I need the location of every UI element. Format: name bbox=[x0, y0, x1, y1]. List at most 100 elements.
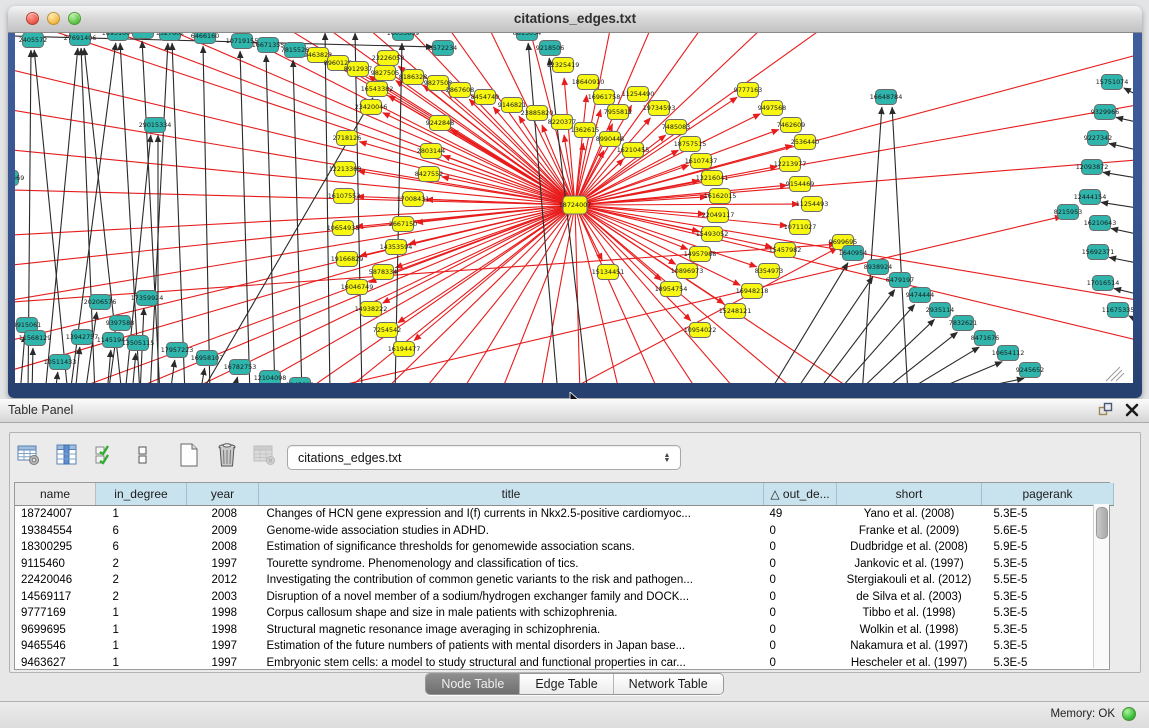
cell-short[interactable]: Jankovic et al. (1997) bbox=[837, 556, 982, 573]
column-header-title[interactable]: title bbox=[259, 483, 764, 506]
graph-edge[interactable] bbox=[1109, 257, 1133, 263]
table-mode-icon[interactable] bbox=[16, 442, 42, 468]
graph-edge[interactable] bbox=[142, 41, 160, 383]
graph-node[interactable]: 15248121 bbox=[719, 304, 752, 319]
column-header-short[interactable]: short bbox=[837, 483, 982, 506]
graph-edge[interactable] bbox=[325, 33, 330, 383]
cell-title[interactable]: Embryonic stem cells: a model to study s… bbox=[259, 655, 764, 672]
table-row[interactable]: 1830029562008Estimation of significance … bbox=[15, 539, 1114, 556]
graph-node[interactable]: 9777163 bbox=[734, 83, 762, 98]
table-scrollbar-thumb[interactable] bbox=[1096, 507, 1108, 539]
cell-short[interactable]: Yano et al. (2008) bbox=[837, 506, 982, 523]
cell-year[interactable]: 1998 bbox=[187, 605, 259, 622]
show-columns-icon[interactable] bbox=[54, 442, 80, 468]
graph-node[interactable]: 7815526 bbox=[281, 43, 309, 58]
cell-title[interactable]: Disruption of a novel member of a sodium… bbox=[259, 589, 764, 606]
cell-short[interactable]: Wolkin et al. (1998) bbox=[837, 622, 982, 639]
graph-edge[interactable] bbox=[1124, 88, 1133, 95]
graph-edge[interactable] bbox=[1129, 316, 1133, 320]
graph-edge[interactable] bbox=[150, 43, 168, 383]
cell-out_degree[interactable]: 49 bbox=[764, 506, 837, 523]
graph-edge[interactable] bbox=[1109, 143, 1133, 150]
delete-table-icon[interactable] bbox=[252, 442, 278, 468]
cell-in_degree[interactable]: 1 bbox=[96, 655, 187, 672]
graph-node[interactable]: 16782753 bbox=[224, 360, 257, 375]
graph-node[interactable]: 9245652 bbox=[1016, 363, 1044, 378]
cell-in_degree[interactable]: 6 bbox=[96, 539, 187, 556]
tab-edge-table[interactable]: Edge Table bbox=[520, 674, 613, 694]
cell-title[interactable]: Investigating the contribution of common… bbox=[259, 572, 764, 589]
graph-node[interactable]: 6466160 bbox=[191, 33, 219, 44]
cell-year[interactable]: 2003 bbox=[187, 589, 259, 606]
graph-node[interactable]: 7832621 bbox=[949, 316, 977, 331]
graph-edge[interactable] bbox=[575, 105, 1133, 205]
graph-node[interactable]: 9397588 bbox=[106, 316, 134, 331]
graph-node[interactable]: 6479197 bbox=[886, 273, 914, 288]
cell-short[interactable]: Stergiakouli et al. (2012) bbox=[837, 572, 982, 589]
cell-year[interactable]: 2012 bbox=[187, 572, 259, 589]
graph-edge[interactable] bbox=[862, 107, 882, 383]
graph-node[interactable]: 16107437 bbox=[685, 154, 718, 169]
graph-node[interactable]: 8354973 bbox=[755, 264, 783, 279]
graph-edge[interactable] bbox=[1101, 202, 1133, 208]
cell-out_degree[interactable]: 0 bbox=[764, 539, 837, 556]
graph-edge[interactable] bbox=[414, 205, 575, 341]
cell-out_degree[interactable]: 0 bbox=[764, 589, 837, 606]
cell-in_degree[interactable]: 1 bbox=[96, 638, 187, 655]
graph-edge[interactable] bbox=[878, 332, 957, 383]
graph-node[interactable]: 13216041 bbox=[696, 171, 729, 186]
graph-node[interactable]: 15134451 bbox=[592, 265, 625, 280]
graph-node[interactable]: 16543382 bbox=[361, 82, 394, 97]
tab-node-table[interactable]: Node Table bbox=[426, 674, 520, 694]
graph-edge[interactable] bbox=[203, 46, 210, 383]
cell-name[interactable]: 9465546 bbox=[15, 638, 96, 655]
graph-node[interactable]: 16648784 bbox=[870, 90, 903, 105]
cell-out_degree[interactable]: 0 bbox=[764, 605, 837, 622]
graph-node[interactable]: 16107553 bbox=[328, 189, 361, 204]
cell-year[interactable]: 1997 bbox=[187, 655, 259, 672]
cell-out_degree[interactable]: 0 bbox=[764, 572, 837, 589]
graph-edge[interactable] bbox=[1111, 228, 1133, 234]
graph-node[interactable]: 2718126 bbox=[333, 131, 361, 146]
table-row[interactable]: 1938455462009Genome-wide association stu… bbox=[15, 523, 1114, 540]
cell-name[interactable]: 9777169 bbox=[15, 605, 96, 622]
cell-in_degree[interactable]: 1 bbox=[96, 506, 187, 523]
graph-node[interactable]: 8427552 bbox=[415, 167, 443, 182]
graph-node[interactable]: 9474444 bbox=[906, 288, 934, 303]
graph-edge[interactable] bbox=[793, 277, 873, 383]
graph-node-hub[interactable]: 18724007 bbox=[559, 196, 592, 214]
cell-title[interactable]: Changes of HCN gene expression and I(f) … bbox=[259, 506, 764, 523]
graph-node[interactable]: 9497568 bbox=[758, 101, 786, 116]
graph-edge[interactable] bbox=[170, 360, 175, 383]
cell-out_degree[interactable]: 0 bbox=[764, 638, 837, 655]
table-row[interactable]: 2242004622012Investigating the contribut… bbox=[15, 572, 1114, 589]
cell-year[interactable]: 2008 bbox=[187, 539, 259, 556]
row-height-icon[interactable] bbox=[130, 442, 156, 468]
cell-short[interactable]: Dudbridge et al. (2008) bbox=[837, 539, 982, 556]
graph-node[interactable]: 16961758 bbox=[588, 90, 621, 105]
cell-in_degree[interactable]: 2 bbox=[96, 589, 187, 606]
graph-node[interactable]: 9227342 bbox=[1084, 131, 1112, 146]
graph-node[interactable]: 10654935 bbox=[327, 221, 360, 236]
network-canvas[interactable]: 9463822896012889129372322605898275051654… bbox=[15, 33, 1133, 383]
graph-node[interactable]: 7485083 bbox=[662, 120, 690, 135]
graph-node[interactable]: 8572234 bbox=[429, 41, 457, 56]
cell-year[interactable]: 2009 bbox=[187, 523, 259, 540]
cell-name[interactable]: 9463627 bbox=[15, 655, 96, 672]
graph-node[interactable]: 11675335 bbox=[1102, 303, 1133, 318]
graph-edge[interactable] bbox=[1116, 117, 1133, 122]
graph-node[interactable]: 17008431 bbox=[397, 192, 430, 207]
graph-edge[interactable] bbox=[443, 156, 575, 205]
graph-edge[interactable] bbox=[575, 205, 772, 247]
table-row[interactable]: 1872400712008Changes of HCN gene express… bbox=[15, 506, 1114, 523]
close-icon[interactable] bbox=[1125, 403, 1139, 417]
graph-node[interactable]: 9154469 bbox=[786, 177, 814, 192]
graph-node[interactable]: 8912937 bbox=[344, 62, 372, 77]
graph-node[interactable]: 2536440 bbox=[791, 135, 819, 150]
column-header-year[interactable]: year bbox=[187, 483, 259, 506]
graph-node[interactable]: 12325419 bbox=[547, 58, 580, 73]
memory-indicator-icon[interactable] bbox=[1122, 707, 1136, 721]
graph-node[interactable]: 2935114 bbox=[926, 303, 954, 318]
cell-short[interactable]: Tibbo et al. (1998) bbox=[837, 605, 982, 622]
graph-node[interactable]: 2405572 bbox=[19, 33, 47, 48]
